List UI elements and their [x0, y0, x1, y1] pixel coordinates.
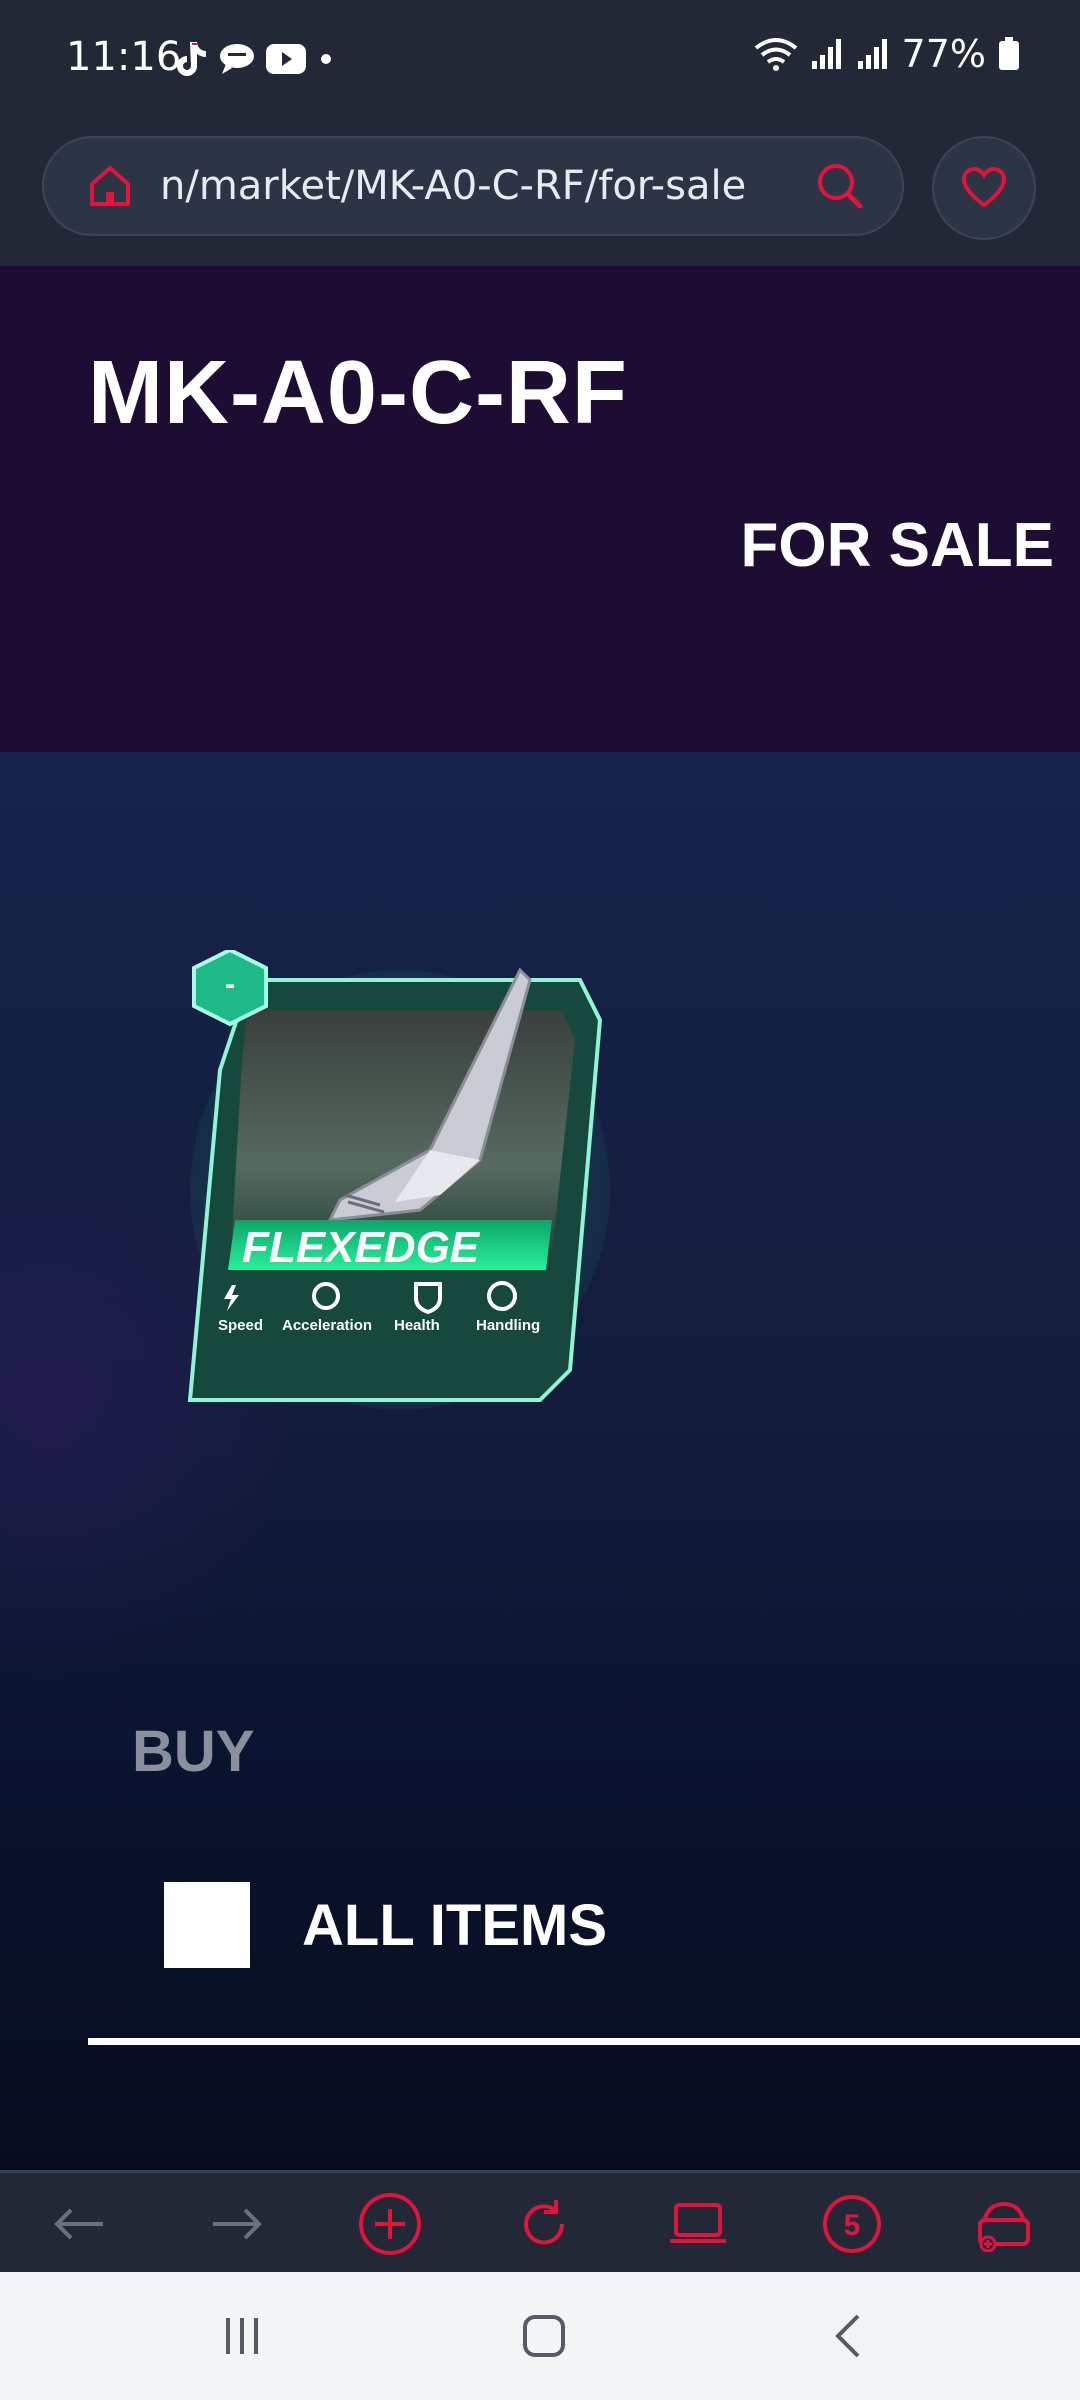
stat-label-acceleration: Acceleration [282, 1317, 372, 1334]
heart-icon [961, 167, 1007, 208]
status-bar: 11:16 77% [0, 0, 1080, 120]
back-icon [835, 2314, 860, 2358]
wifi-icon [754, 38, 797, 71]
status-time: 11:16 [66, 34, 182, 80]
item-card-art: FLEXEDGE Speed Acceleration Health Handl… [187, 947, 610, 1410]
battery-icon [999, 37, 1019, 70]
page-header: MK-A0-C-RF FOR SALE [0, 266, 1080, 752]
home-icon[interactable] [82, 158, 138, 214]
back-button[interactable] [30, 2181, 130, 2267]
home-button[interactable] [504, 2306, 584, 2366]
favorite-button[interactable] [932, 136, 1036, 240]
browser-toolbar: n/market/MK-A0-C-RF/for-sale [0, 120, 1080, 266]
signal-icon [811, 39, 841, 69]
new-tab-icon [359, 2193, 421, 2255]
tabs-count-icon: 5 [823, 2195, 881, 2253]
url-text[interactable]: n/market/MK-A0-C-RF/for-sale [160, 163, 790, 209]
page-title: MK-A0-C-RF [88, 343, 628, 443]
wallet-icon [978, 2201, 1030, 2252]
system-navigation-bar [0, 2272, 1080, 2400]
system-status-icons: 77% [754, 32, 1020, 76]
back-icon [54, 2208, 103, 2240]
forward-icon [213, 2208, 262, 2240]
battery-percent: 77% [901, 32, 986, 76]
recents-icon [226, 2318, 258, 2354]
address-bar[interactable]: n/market/MK-A0-C-RF/for-sale [42, 136, 904, 236]
tabs-button[interactable]: 5 [802, 2181, 902, 2267]
signal-icon [857, 39, 887, 69]
desktop-icon [670, 2203, 726, 2243]
browser-bottom-toolbar: 5 [0, 2170, 1080, 2272]
stat-label-speed: Speed [218, 1317, 263, 1334]
tiktok-icon [177, 42, 206, 76]
forward-button[interactable] [186, 2181, 286, 2267]
all-items-checkbox[interactable] [164, 1882, 250, 1968]
search-icon[interactable] [812, 158, 868, 214]
reload-button[interactable] [494, 2181, 594, 2267]
chat-icon [220, 44, 254, 74]
tab-count: 5 [844, 2209, 861, 2242]
main-content: FLEXEDGE Speed Acceleration Health Handl… [0, 752, 1080, 2170]
card-name: FLEXEDGE [242, 1223, 481, 1272]
wallet-button[interactable] [954, 2181, 1054, 2267]
recents-button[interactable] [202, 2306, 282, 2366]
all-items-filter[interactable]: ALL ITEMS [164, 1882, 607, 1968]
home-icon [523, 2315, 565, 2357]
back-nav-button[interactable] [808, 2306, 888, 2366]
stat-label-health: Health [394, 1317, 440, 1334]
page-subtitle: FOR SALE [740, 511, 1054, 580]
reload-icon [524, 2200, 565, 2245]
notification-icons [172, 40, 336, 78]
youtube-icon [266, 44, 306, 74]
level-badge-text: - [225, 968, 235, 1001]
desktop-mode-button[interactable] [648, 2181, 748, 2267]
section-divider [88, 2038, 1080, 2045]
dot-icon [321, 54, 331, 64]
new-tab-button[interactable] [340, 2181, 440, 2267]
item-card[interactable]: FLEXEDGE Speed Acceleration Health Handl… [180, 947, 620, 1420]
stat-label-handling: Handling [476, 1317, 540, 1334]
all-items-label[interactable]: ALL ITEMS [302, 1892, 607, 1959]
buy-heading: BUY [132, 1719, 255, 1784]
